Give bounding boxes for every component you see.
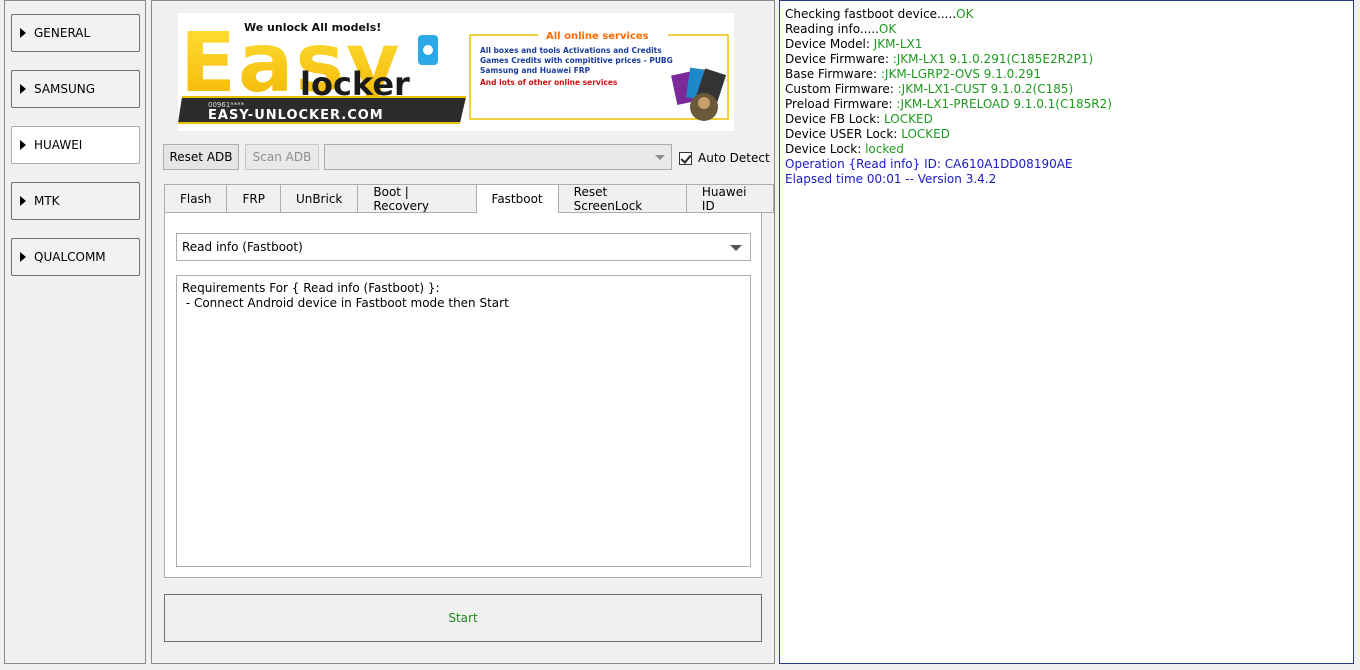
fastboot-tab-content: Read info (Fastboot) Requirements For { … (164, 212, 762, 578)
scan-adb-button[interactable]: Scan ADB (245, 144, 319, 170)
log-line: Preload Firmware: :JKM-LX1-PRELOAD 9.1.0… (785, 97, 1348, 112)
expand-arrow-icon (20, 84, 26, 94)
log-line: Reading info.....OK (785, 22, 1348, 37)
requirements-textbox[interactable]: Requirements For { Read info (Fastboot) … (176, 275, 751, 567)
reset-adb-button[interactable]: Reset ADB (163, 144, 239, 170)
svg-text:EASY-UNLOCKER.COM: EASY-UNLOCKER.COM (208, 108, 384, 123)
auto-detect-toggle[interactable]: Auto Detect (679, 149, 770, 167)
log-value: OK (956, 7, 974, 21)
tab-fastboot[interactable]: Fastboot (475, 184, 558, 214)
svg-text:Games Credits with compititive: Games Credits with compititive prices - … (480, 56, 673, 65)
log-label: Device FB Lock: (785, 112, 885, 126)
category-huawei-button[interactable]: HUAWEI (11, 126, 140, 164)
category-label: GENERAL (34, 26, 91, 40)
log-label: Preload Firmware: (785, 97, 897, 111)
svg-text:All online services: All online services (546, 31, 649, 42)
log-label: Device Model: (785, 37, 874, 51)
chevron-down-icon (655, 155, 665, 160)
log-value: :JKM-LX1 9.1.0.291(C185E2R2P1) (892, 52, 1094, 66)
svg-text:All boxes and tools Activation: All boxes and tools Activations and Cred… (480, 46, 662, 55)
expand-arrow-icon (20, 140, 26, 150)
easy-locker-logo: Easy locker We unlock All models! 00961*… (178, 16, 729, 124)
log-label: Custom Firmware: (785, 82, 898, 96)
expand-arrow-icon (20, 252, 26, 262)
log-line: Base Firmware: :JKM-LGRP2-OVS 9.1.0.291 (785, 67, 1348, 82)
log-value: LOCKED (901, 127, 950, 141)
log-value: LOCKED (884, 112, 933, 126)
category-label: SAMSUNG (34, 82, 96, 96)
svg-text:And lots of other online servi: And lots of other online services (480, 78, 618, 87)
log-value: JKM-LX1 (873, 37, 923, 51)
category-qualcomm-button[interactable]: QUALCOMM (11, 238, 140, 276)
log-line: Elapsed time 00:01 -- Version 3.4.2 (785, 172, 1348, 187)
log-label: Device USER Lock: (785, 127, 902, 141)
expand-arrow-icon (20, 28, 26, 38)
category-general-button[interactable]: GENERAL (11, 14, 140, 52)
operations-panel: Easy locker We unlock All models! 00961*… (151, 0, 775, 664)
category-panel: GENERAL SAMSUNG HUAWEI MTK QUALCOMM (4, 0, 146, 664)
tab-huawei-id[interactable]: Huawei ID (685, 184, 774, 213)
log-line: Checking fastboot device.....OK (785, 7, 1348, 22)
log-line: Device Model: JKM-LX1 (785, 37, 1348, 52)
tab-unbrick[interactable]: UnBrick (279, 184, 358, 213)
category-mtk-button[interactable]: MTK (11, 182, 140, 220)
log-value: OK (878, 22, 897, 36)
log-line: Device FB Lock: LOCKED (785, 112, 1348, 127)
device-select[interactable] (324, 144, 672, 170)
log-label: Device Firmware: (785, 52, 893, 66)
log-label: Base Firmware: (785, 67, 881, 81)
tab-boot-recovery[interactable]: Boot | Recovery (357, 184, 476, 213)
tab-bar: Flash FRP UnBrick Boot | Recovery Fastbo… (164, 184, 774, 214)
log-value: :JKM-LX1-CUST 9.1.0.2(C185) (897, 82, 1074, 96)
log-line: Device Firmware: :JKM-LX1 9.1.0.291(C185… (785, 52, 1348, 67)
easy-locker-banner: Easy locker We unlock All models! 00961*… (178, 13, 734, 131)
expand-arrow-icon (20, 196, 26, 206)
log-line: Device USER Lock: LOCKED (785, 127, 1348, 142)
operation-select[interactable]: Read info (Fastboot) (176, 233, 751, 261)
log-line: Device Lock: locked (785, 142, 1348, 157)
log-label: Operation {Read info} ID: CA610A1DD08190… (785, 157, 1073, 171)
log-label: Device Lock: (785, 142, 866, 156)
svg-text:Samsung and Huawei FRP: Samsung and Huawei FRP (480, 66, 591, 75)
log-line: Operation {Read info} ID: CA610A1DD08190… (785, 157, 1348, 172)
category-label: MTK (34, 194, 60, 208)
log-output[interactable]: Checking fastboot device.....OK Reading … (779, 0, 1354, 664)
auto-detect-label: Auto Detect (698, 151, 770, 165)
category-samsung-button[interactable]: SAMSUNG (11, 70, 140, 108)
tab-flash[interactable]: Flash (164, 184, 227, 213)
log-label: Elapsed time 00:01 -- Version 3.4.2 (785, 172, 997, 186)
category-label: HUAWEI (34, 138, 83, 152)
chevron-down-icon (730, 245, 742, 251)
svg-text:We unlock All models!: We unlock All models! (244, 21, 381, 34)
log-value: locked (865, 142, 904, 156)
category-label: QUALCOMM (34, 250, 106, 264)
auto-detect-checkbox[interactable] (679, 151, 692, 165)
log-label: Reading info..... (785, 22, 879, 36)
tab-reset-screenlock[interactable]: Reset ScreenLock (557, 184, 686, 213)
log-label: Checking fastboot device..... (785, 7, 957, 21)
operation-select-value: Read info (Fastboot) (182, 240, 303, 254)
log-value: :JKM-LX1-PRELOAD 9.1.0.1(C185R2) (896, 97, 1112, 111)
tab-frp[interactable]: FRP (226, 184, 280, 213)
start-button[interactable]: Start (164, 594, 762, 642)
log-value: :JKM-LGRP2-OVS 9.1.0.291 (880, 67, 1042, 81)
log-line: Custom Firmware: :JKM-LX1-CUST 9.1.0.2(C… (785, 82, 1348, 97)
